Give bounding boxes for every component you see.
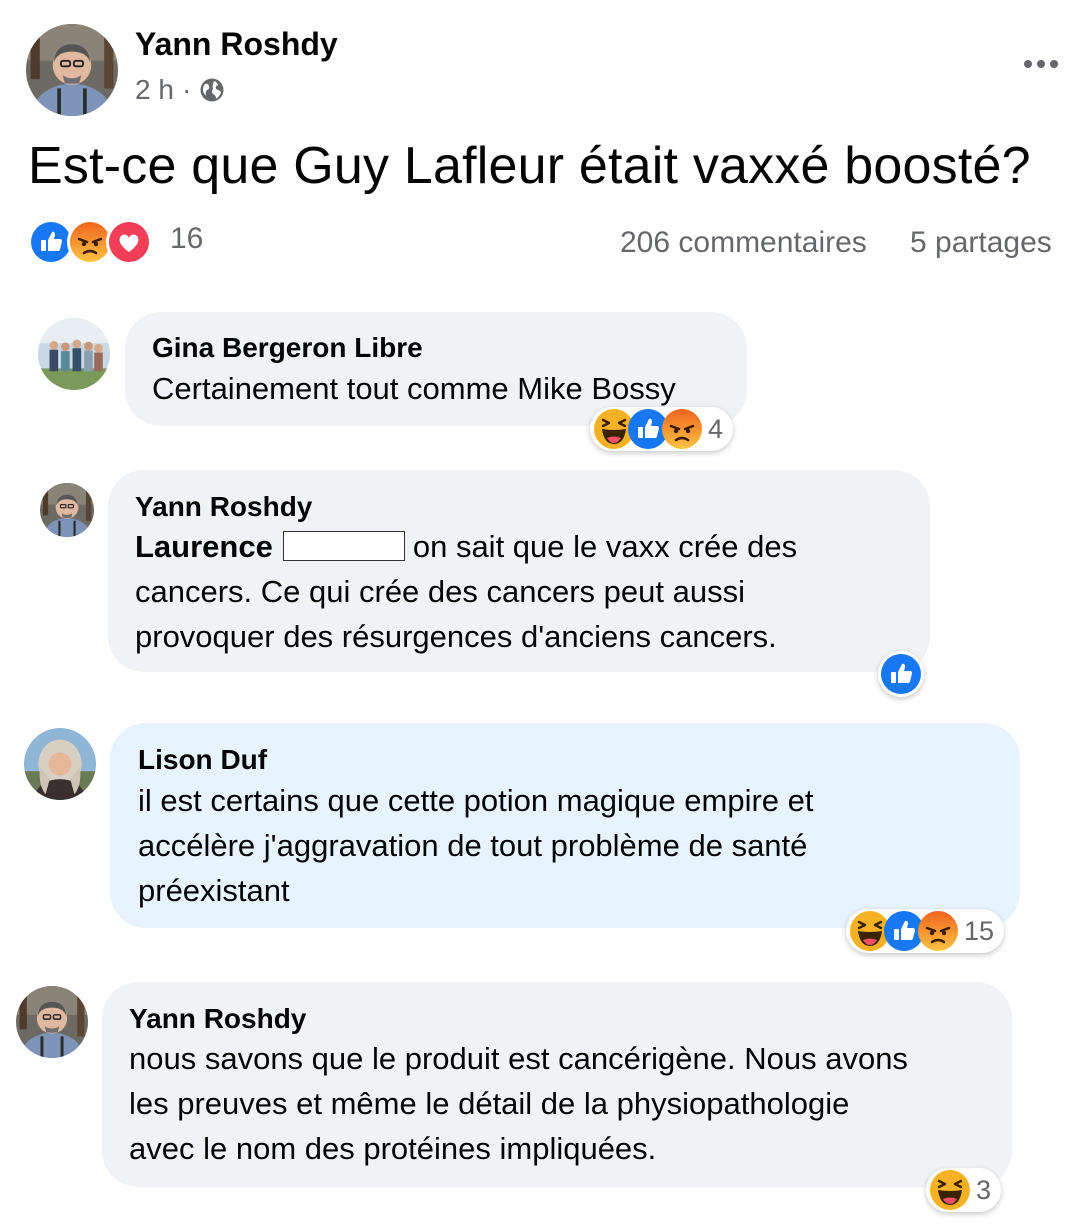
comment-text: Laurence on sait que le vaxx crée des can…	[135, 524, 797, 659]
comment-line: Certainement tout comme Mike Bossy	[152, 371, 676, 406]
more-dot-icon	[1024, 60, 1032, 68]
comment-reactions[interactable]	[878, 651, 924, 697]
comment-line: avec le nom des protéines impliquées.	[129, 1131, 657, 1166]
post-meta: 2 h ·	[135, 74, 225, 106]
comment-text: il est certains que cette potion magique…	[138, 778, 814, 913]
comment-line: les preuves et même le détail de la phys…	[129, 1086, 850, 1121]
more-dot-icon	[1050, 60, 1058, 68]
redaction-box	[282, 531, 405, 561]
post-author-name[interactable]: Yann Roshdy	[135, 26, 338, 63]
comment-author[interactable]: Yann Roshdy	[135, 491, 312, 523]
meta-separator: ·	[181, 74, 192, 105]
angry-icon	[918, 911, 958, 951]
comment-line: il est certains que cette potion magique…	[138, 783, 814, 818]
comment-text: Certainement tout comme Mike Bossy	[152, 366, 676, 411]
comment-line: provoquer des résurgences d'anciens canc…	[135, 619, 777, 654]
shares-count-link[interactable]: 5 partages	[910, 226, 1052, 260]
comment-author[interactable]: Lison Duf	[138, 744, 267, 776]
comment-reaction-count: 4	[708, 413, 724, 444]
comment-line: nous savons que le produit est cancérigè…	[129, 1041, 908, 1076]
comment-author[interactable]: Gina Bergeron Libre	[152, 332, 423, 364]
comment-text: nous savons que le produit est cancérigè…	[129, 1036, 908, 1171]
comment-reactions[interactable]: 3	[926, 1168, 1002, 1212]
comments-count-link[interactable]: 206 commentaires	[620, 226, 867, 260]
comment-avatar[interactable]	[38, 318, 110, 390]
comment-avatar[interactable]	[40, 483, 94, 537]
angry-icon	[662, 409, 702, 449]
comment-line: accélère j'aggravation de tout problème …	[138, 828, 808, 863]
mention-link[interactable]: Laurence	[135, 529, 273, 564]
comment-line: cancers. Ce qui crée des cancers peut au…	[135, 574, 745, 609]
comment-reactions[interactable]: 4	[590, 407, 734, 451]
comment-reaction-count: 15	[964, 915, 995, 946]
post-reaction-count[interactable]: 16	[170, 222, 203, 256]
comment-line: préexistant	[138, 873, 290, 908]
more-options-button[interactable]	[1015, 48, 1067, 80]
comment-line: on sait que le vaxx crée des	[412, 529, 798, 564]
comment-avatar[interactable]	[24, 728, 96, 800]
post-reactions[interactable]	[28, 219, 152, 265]
globe-icon	[199, 77, 225, 103]
comment-author[interactable]: Yann Roshdy	[129, 1003, 306, 1035]
haha-icon	[930, 1170, 970, 1210]
comment-reaction-count: 3	[976, 1174, 992, 1205]
post-author-avatar[interactable]	[26, 24, 118, 116]
comment-avatar[interactable]	[16, 986, 88, 1058]
like-icon	[881, 654, 921, 694]
love-icon	[106, 219, 152, 265]
comment-reactions[interactable]: 15	[846, 909, 1005, 953]
post-text: Est-ce que Guy Lafleur était vaxxé boost…	[28, 137, 1031, 195]
post-time[interactable]: 2 h	[135, 74, 174, 106]
more-dot-icon	[1037, 60, 1045, 68]
